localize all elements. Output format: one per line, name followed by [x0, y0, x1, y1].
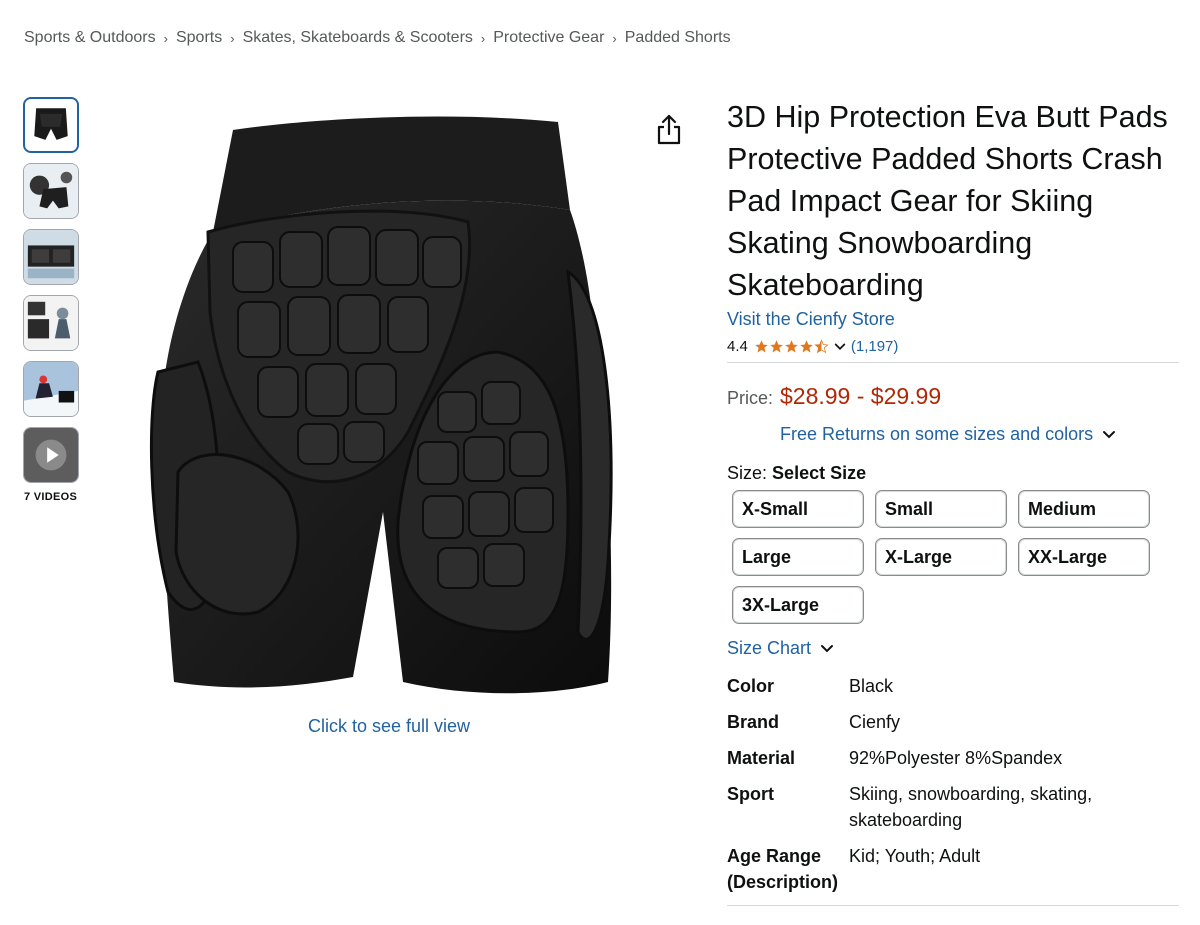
product-title: 3D Hip Protection Eva Butt Pads Protecti… [727, 100, 1168, 302]
thumbnail-strip: 7 VIDEOS [23, 97, 81, 503]
price-range: $28.99 - $29.99 [780, 383, 942, 409]
product-specs: Color Black Brand Cienfy Material 92%Pol… [727, 673, 1179, 895]
star-rating[interactable] [754, 339, 829, 354]
price-row: Price: $28.99 - $29.99 [727, 383, 1179, 410]
spec-value: Kid; Youth; Adult [849, 846, 981, 866]
chevron-down-icon [821, 644, 834, 652]
spec-row: Material 92%Polyester 8%Spandex [727, 745, 1179, 771]
spec-value: Black [849, 676, 894, 696]
spec-row: Age Range (Description) Kid; Youth; Adul… [727, 843, 1179, 895]
breadcrumb-item[interactable]: Skates, Skateboards & Scooters [243, 29, 473, 47]
size-option-small[interactable]: Small [875, 490, 1007, 528]
half-star-icon [814, 339, 829, 354]
spec-key: Brand [727, 712, 780, 732]
spec-key: Material [727, 748, 796, 768]
spec-key: Sport [727, 784, 774, 804]
thumbnail-video[interactable] [23, 427, 79, 483]
star-icon [770, 340, 783, 353]
size-option-3x-large[interactable]: 3X-Large [732, 586, 864, 624]
breadcrumb: Sports & Outdoors › Sports › Skates, Ska… [24, 29, 731, 47]
rating-value: 4.4 [727, 338, 748, 355]
main-product-image[interactable] [138, 92, 650, 714]
star-icon [755, 340, 768, 353]
spec-row: Brand Cienfy [727, 709, 1179, 735]
star-icon [800, 340, 813, 353]
size-option-x-small[interactable]: X-Small [732, 490, 864, 528]
free-returns-link[interactable]: Free Returns on some sizes and colors [780, 424, 1179, 445]
breadcrumb-item[interactable]: Sports [176, 29, 222, 47]
product-info-panel: 3D Hip Protection Eva Butt Pads Protecti… [727, 96, 1179, 906]
star-icon [785, 340, 798, 353]
size-option-medium[interactable]: Medium [1018, 490, 1150, 528]
breadcrumb-separator: › [612, 30, 617, 46]
spec-row: Color Black [727, 673, 1179, 699]
size-selection: Select Size [772, 463, 867, 483]
spec-value: Cienfy [849, 712, 901, 732]
rating-row: 4.4 (1,197) [727, 338, 1179, 355]
size-option-x-large[interactable]: X-Large [875, 538, 1007, 576]
breadcrumb-item[interactable]: Sports & Outdoors [24, 29, 156, 47]
thumbnail-image-1[interactable] [23, 97, 79, 153]
thumbnail-image-3[interactable] [23, 229, 79, 285]
spec-row: Sport Skiing, snowboarding, skating, ska… [727, 781, 1179, 833]
size-option-xx-large[interactable]: XX-Large [1018, 538, 1150, 576]
thumbnail-image-4[interactable] [23, 295, 79, 351]
spec-key: Color [727, 676, 774, 696]
spec-value: Skiing, snowboarding, skating, skateboar… [849, 784, 1093, 830]
spec-value: 92%Polyester 8%Spandex [849, 748, 1063, 768]
free-returns-label: Free Returns on some sizes and colors [780, 424, 1094, 444]
size-options: X-Small Small Medium Large X-Large XX-La… [732, 490, 1179, 624]
chevron-down-icon[interactable] [833, 340, 847, 354]
breadcrumb-separator: › [230, 30, 235, 46]
size-chart-link[interactable]: Size Chart [727, 638, 1179, 659]
size-label: Size: Select Size [727, 463, 1179, 484]
breadcrumb-item[interactable]: Padded Shorts [625, 29, 731, 47]
spec-key: Age Range (Description) [727, 846, 839, 892]
size-chart-label: Size Chart [727, 638, 812, 658]
divider [727, 905, 1179, 906]
thumbnail-image-2[interactable] [23, 163, 79, 219]
price-label: Price: [727, 388, 774, 408]
rating-count-link[interactable]: (1,197) [851, 338, 899, 355]
divider [727, 362, 1179, 363]
full-view-link[interactable]: Click to see full view [308, 716, 470, 737]
store-link[interactable]: Visit the Cienfy Store [727, 309, 895, 330]
size-key: Size: [727, 463, 768, 483]
size-option-large[interactable]: Large [732, 538, 864, 576]
chevron-down-icon [1103, 430, 1116, 438]
thumbnail-image-5[interactable] [23, 361, 79, 417]
breadcrumb-item[interactable]: Protective Gear [493, 29, 604, 47]
breadcrumb-separator: › [480, 30, 486, 46]
videos-count-label: 7 VIDEOS [24, 491, 78, 503]
share-icon[interactable] [655, 114, 683, 146]
breadcrumb-separator: › [163, 30, 168, 46]
